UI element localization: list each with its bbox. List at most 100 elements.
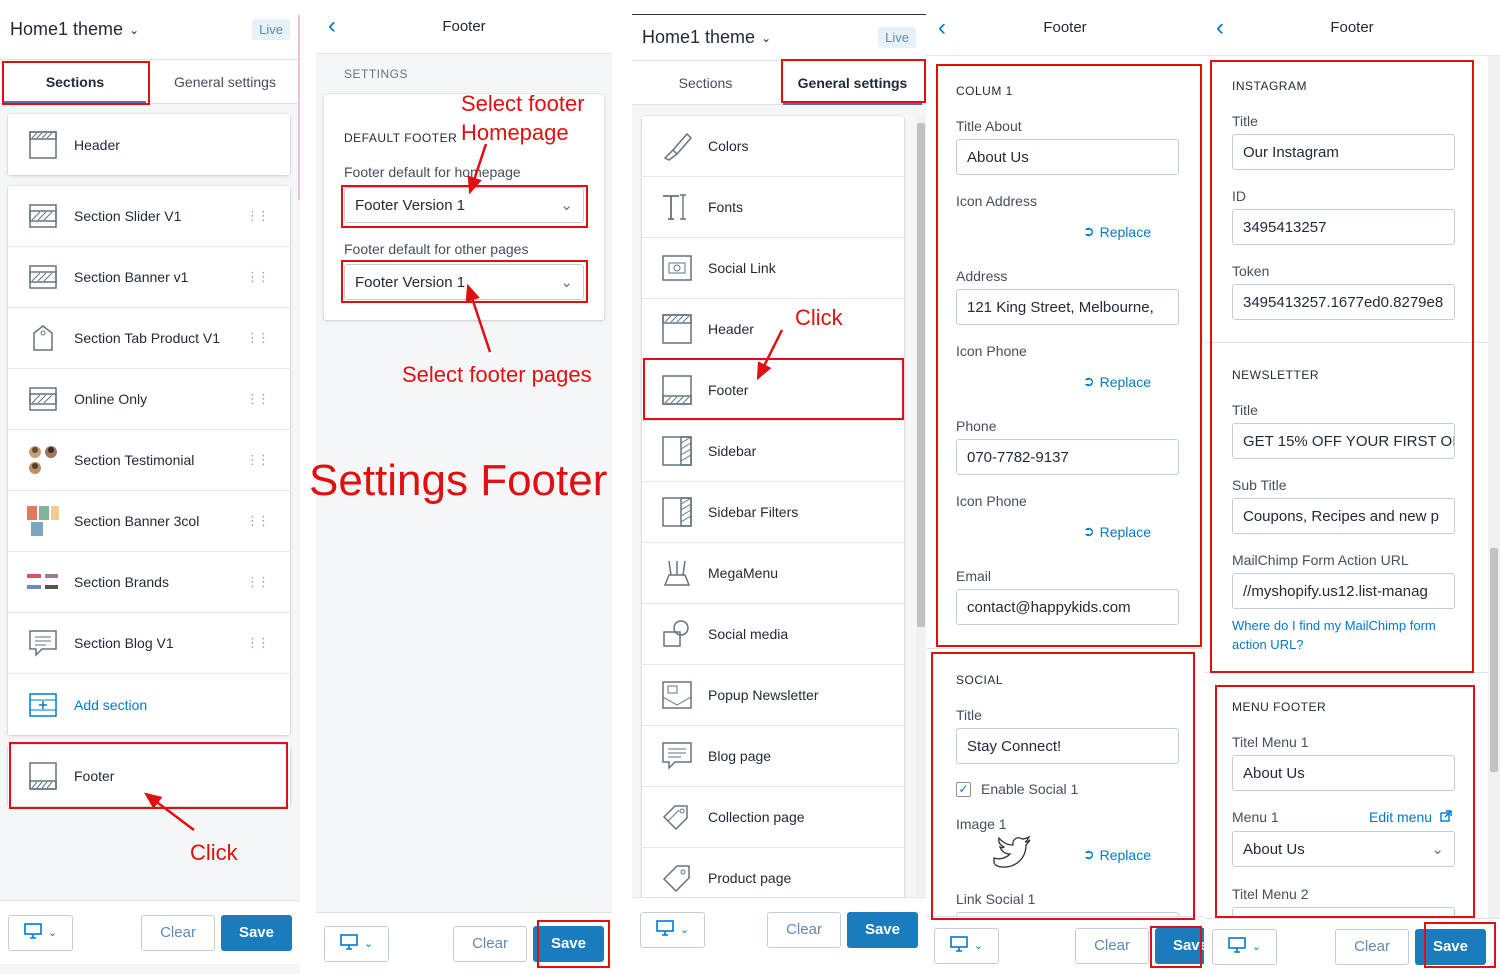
- item-label: Header: [74, 136, 120, 153]
- enable-social-checkbox[interactable]: ✓ Enable Social 1: [956, 781, 1078, 797]
- replace-address-icon-button[interactable]: ➲ Replace: [1066, 223, 1151, 240]
- theme-selector[interactable]: Home1 theme ⌄: [10, 19, 139, 40]
- clear-button[interactable]: Clear: [767, 911, 841, 948]
- scrollbar-thumb[interactable]: [1490, 548, 1498, 772]
- scrollbar[interactable]: [1488, 56, 1500, 918]
- homepage-footer-select[interactable]: Footer Version 1 ⌄: [344, 187, 584, 223]
- divider: [1204, 672, 1500, 673]
- icon-address-label: Icon Address: [956, 193, 1037, 209]
- settings-list: Colors Fonts Social Link Header Footer S…: [642, 116, 904, 916]
- section-item[interactable]: Section Slider V1 ⋮⋮: [8, 186, 290, 247]
- clear-button[interactable]: Clear: [1335, 928, 1409, 965]
- replace-phone2-icon-button[interactable]: ➲ Replace: [1066, 523, 1151, 540]
- drag-handle-icon[interactable]: ⋮⋮: [246, 208, 270, 224]
- clear-button[interactable]: Clear: [1075, 927, 1149, 964]
- settings-item[interactable]: Sidebar: [642, 421, 904, 482]
- replace-phone-icon-button[interactable]: ➲ Replace: [1066, 373, 1151, 390]
- tab-sections[interactable]: Sections: [632, 61, 779, 104]
- chevron-down-icon: ⌄: [129, 22, 140, 37]
- device-toggle[interactable]: ⌄: [1212, 928, 1277, 965]
- save-button[interactable]: Save: [1154, 927, 1204, 964]
- replace-icon: ➲: [1082, 373, 1095, 389]
- divider: [926, 648, 1204, 649]
- theme-selector[interactable]: Home1 theme ⌄: [642, 27, 771, 48]
- save-button[interactable]: Save: [220, 914, 292, 951]
- settings-item[interactable]: Social Link: [642, 238, 904, 299]
- section-item[interactable]: Section Blog V1 ⋮⋮: [8, 613, 290, 674]
- checkbox-checked-icon: ✓: [956, 781, 971, 797]
- replace-image-button[interactable]: ➲ Replace: [1066, 846, 1151, 863]
- title-about-input[interactable]: About Us: [956, 139, 1179, 175]
- mailchimp-input[interactable]: //myshopify.us12.list-manag: [1232, 573, 1455, 609]
- section-item[interactable]: Online Only ⋮⋮: [8, 369, 290, 430]
- footer-icon: [660, 373, 694, 407]
- phone-input[interactable]: 070-7782-9137: [956, 439, 1179, 475]
- settings-item[interactable]: Fonts: [642, 177, 904, 238]
- menu1-select[interactable]: About Us ⌄: [1232, 831, 1455, 867]
- settings-item[interactable]: Collection page: [642, 787, 904, 848]
- sidebar-item-footer[interactable]: Footer: [8, 745, 290, 806]
- section-item[interactable]: Section Banner 3col ⋮⋮: [8, 491, 290, 552]
- banner-icon: [26, 260, 60, 294]
- colum-heading: COLUM 1: [956, 84, 1013, 98]
- settings-item[interactable]: Header: [642, 299, 904, 360]
- add-section-button[interactable]: Add section: [8, 674, 290, 735]
- save-button[interactable]: Save: [846, 911, 918, 948]
- mailchimp-help-link[interactable]: Where do I find my MailChimp form action…: [1232, 616, 1462, 654]
- clear-button[interactable]: Clear: [453, 925, 527, 962]
- device-toggle[interactable]: ⌄: [324, 925, 389, 962]
- tab-general-settings[interactable]: General settings: [779, 61, 926, 105]
- scrollbar-thumb[interactable]: [917, 123, 925, 627]
- back-arrow-icon[interactable]: ‹: [1216, 14, 1224, 42]
- device-toggle[interactable]: ⌄: [640, 911, 705, 948]
- tab-sections[interactable]: Sections: [0, 60, 150, 104]
- social-title-input[interactable]: Stay Connect!: [956, 728, 1179, 764]
- settings-item[interactable]: Sidebar Filters: [642, 482, 904, 543]
- settings-item-footer[interactable]: Footer: [642, 360, 904, 421]
- address-input[interactable]: 121 King Street, Melbourne,: [956, 289, 1179, 325]
- drag-handle-icon[interactable]: ⋮⋮: [246, 330, 270, 346]
- sidebar-item-header[interactable]: Header: [8, 114, 290, 175]
- drag-handle-icon[interactable]: ⋮⋮: [246, 269, 270, 285]
- clear-button[interactable]: Clear: [141, 914, 215, 951]
- email-input[interactable]: contact@happykids.com: [956, 589, 1179, 625]
- save-button[interactable]: Save: [1414, 928, 1486, 965]
- collection-tags-icon: [660, 800, 694, 834]
- device-toggle[interactable]: ⌄: [8, 914, 73, 951]
- section-item[interactable]: Section Banner v1 ⋮⋮: [8, 247, 290, 308]
- section-item[interactable]: Section Brands ⋮⋮: [8, 552, 290, 613]
- back-arrow-icon[interactable]: ‹: [328, 12, 336, 40]
- settings-item[interactable]: Popup Newsletter: [642, 665, 904, 726]
- settings-item[interactable]: Colors: [642, 116, 904, 177]
- back-arrow-icon[interactable]: ‹: [938, 14, 946, 42]
- settings-item[interactable]: MegaMenu: [642, 543, 904, 604]
- device-toggle[interactable]: ⌄: [934, 927, 999, 964]
- section-item[interactable]: Section Tab Product V1 ⋮⋮: [8, 308, 290, 369]
- drag-handle-icon[interactable]: ⋮⋮: [246, 635, 270, 651]
- settings-item[interactable]: Blog page: [642, 726, 904, 787]
- drag-handle-icon[interactable]: ⋮⋮: [246, 513, 270, 529]
- settings-item[interactable]: Social media: [642, 604, 904, 665]
- icon-phone2-label: Icon Phone: [956, 493, 1027, 509]
- titel-menu1-input[interactable]: About Us: [1232, 755, 1455, 791]
- section-item[interactable]: Section Testimonial ⋮⋮: [8, 430, 290, 491]
- drag-handle-icon[interactable]: ⋮⋮: [246, 391, 270, 407]
- bottom-bar: ⌄ Clear Save: [316, 912, 612, 974]
- drag-handle-icon[interactable]: ⋮⋮: [246, 574, 270, 590]
- instagram-id-input[interactable]: 3495413257: [1232, 209, 1455, 245]
- item-label: Fonts: [708, 199, 744, 215]
- instagram-heading: INSTAGRAM: [1232, 79, 1307, 93]
- instagram-title-input[interactable]: Our Instagram: [1232, 134, 1455, 170]
- theme-bar: Home1 theme ⌄ Live: [0, 0, 300, 60]
- newsletter-title-input[interactable]: GET 15% OFF YOUR FIRST OI: [1232, 423, 1455, 459]
- tab-general-settings[interactable]: General settings: [150, 60, 300, 103]
- panel-header: ‹ Footer: [316, 0, 612, 54]
- item-label: Sidebar: [708, 443, 757, 459]
- titel-menu2-input[interactable]: [1232, 907, 1455, 917]
- save-button[interactable]: Save: [532, 925, 604, 962]
- drag-handle-icon[interactable]: ⋮⋮: [246, 452, 270, 468]
- other-pages-footer-select[interactable]: Footer Version 1 ⌄: [344, 264, 584, 300]
- token-input[interactable]: 3495413257.1677ed0.8279e8: [1232, 284, 1455, 320]
- edit-menu-link[interactable]: Edit menu: [1369, 809, 1452, 825]
- sub-title-input[interactable]: Coupons, Recipes and new p: [1232, 498, 1455, 534]
